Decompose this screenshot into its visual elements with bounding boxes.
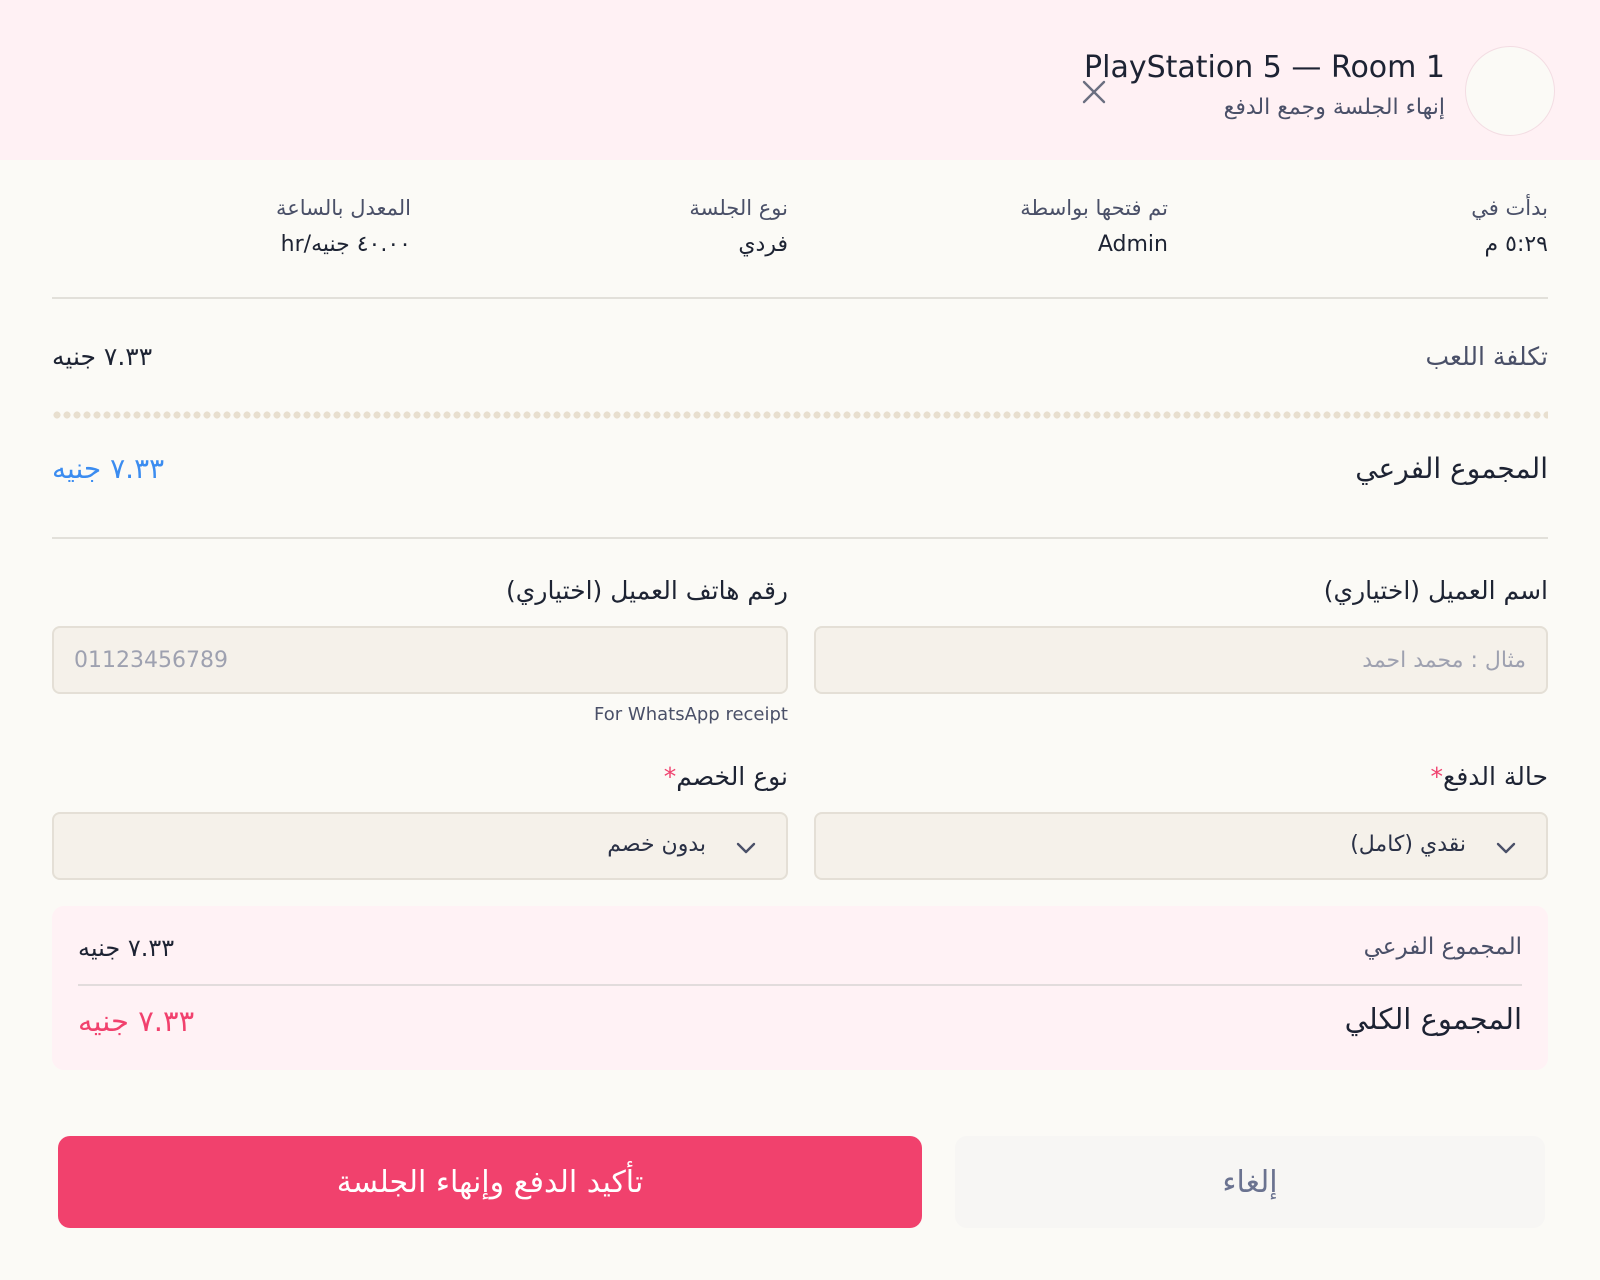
confirm-payment-button[interactable]: تأكيد الدفع وإنهاء الجلسة bbox=[58, 1136, 922, 1228]
modal-subtitle: إنهاء الجلسة وجمع الدفع bbox=[1223, 95, 1445, 120]
dotted-divider bbox=[52, 410, 1548, 420]
info-value: ٥:٢٩ م bbox=[1484, 232, 1549, 257]
summary-subtotal-label: المجموع الفرعي bbox=[1363, 934, 1522, 960]
info-value: ٤٠.٠٠ جنيه/hr bbox=[280, 232, 411, 257]
close-icon[interactable] bbox=[1080, 78, 1108, 106]
info-value: فردي bbox=[738, 232, 788, 257]
customer-name-label: اسم العميل (اختياري) bbox=[1323, 576, 1548, 605]
customer-phone-label: رقم هاتف العميل (اختياري) bbox=[506, 576, 788, 605]
payment-summary: المجموع الفرعي ٧.٣٣ جنيه المجموع الكلي ٧… bbox=[52, 906, 1548, 1070]
info-value: Admin bbox=[1097, 232, 1168, 257]
chevron-down-icon bbox=[1494, 836, 1518, 860]
discount-type-value: بدون خصم bbox=[607, 832, 706, 857]
customer-name-input[interactable] bbox=[814, 626, 1548, 694]
customer-phone-input[interactable] bbox=[52, 626, 788, 694]
summary-subtotal-value: ٧.٣٣ جنيه bbox=[78, 934, 175, 962]
payment-status-label-text: حالة الدفع bbox=[1443, 762, 1548, 791]
modal-header: PlayStation 5 — Room 1 إنهاء الجلسة وجمع… bbox=[0, 0, 1600, 160]
play-cost-value: ٧.٣٣ جنيه bbox=[52, 342, 153, 371]
modal-title: PlayStation 5 — Room 1 bbox=[1084, 50, 1445, 85]
info-session-type: نوع الجلسة فردي bbox=[428, 196, 788, 257]
payment-status-select[interactable]: نقدي (كامل) bbox=[814, 812, 1548, 880]
info-opened-by: تم فتحها بواسطة Admin bbox=[808, 196, 1168, 257]
subtotal-label: المجموع الفرعي bbox=[1355, 452, 1548, 485]
required-mark: * bbox=[663, 762, 677, 791]
discount-type-label-text: نوع الخصم bbox=[676, 762, 788, 791]
avatar bbox=[1465, 46, 1555, 136]
summary-total-value: ٧.٣٣ جنيه bbox=[78, 1004, 195, 1038]
chevron-down-icon bbox=[734, 836, 758, 860]
info-started-at: بدأت في ٥:٢٩ م bbox=[1188, 196, 1548, 257]
info-hourly-rate: المعدل بالساعة ٤٠.٠٠ جنيه/hr bbox=[51, 196, 411, 257]
required-mark: * bbox=[1430, 762, 1444, 791]
summary-total-label: المجموع الكلي bbox=[1344, 1002, 1522, 1036]
discount-type-label: نوع الخصم* bbox=[664, 762, 788, 791]
subtotal-value: ٧.٣٣ جنيه bbox=[52, 452, 165, 485]
discount-type-select[interactable]: بدون خصم bbox=[52, 812, 788, 880]
divider bbox=[78, 984, 1522, 986]
payment-status-label: حالة الدفع* bbox=[1431, 762, 1548, 791]
phone-helper-text: For WhatsApp receipt bbox=[594, 704, 788, 725]
divider bbox=[52, 537, 1548, 539]
cancel-button[interactable]: إلغاء bbox=[955, 1136, 1545, 1228]
info-label: بدأت في bbox=[1471, 196, 1548, 220]
info-label: تم فتحها بواسطة bbox=[1020, 196, 1168, 220]
info-label: نوع الجلسة bbox=[689, 196, 788, 220]
divider bbox=[52, 297, 1548, 299]
info-label: المعدل بالساعة bbox=[275, 196, 411, 220]
play-cost-label: تكلفة اللعب bbox=[1425, 342, 1549, 371]
payment-status-value: نقدي (كامل) bbox=[1350, 832, 1466, 857]
